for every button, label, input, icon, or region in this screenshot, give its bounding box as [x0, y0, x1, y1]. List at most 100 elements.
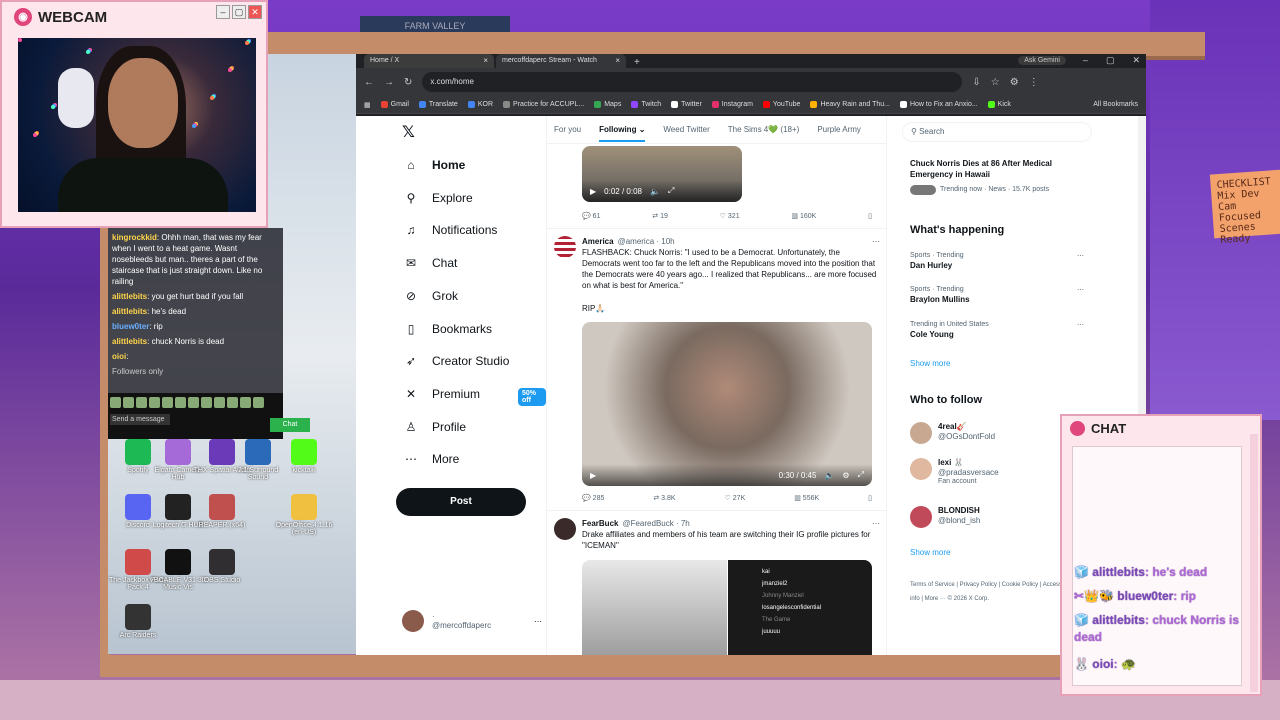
- trend-item[interactable]: Sports · Trending Dan Hurley ⋯: [910, 252, 1090, 270]
- tab-stream[interactable]: mercoffdaperc Stream - Watch ×: [496, 54, 626, 68]
- extensions-icon[interactable]: ⚙: [1010, 77, 1019, 88]
- chat-user[interactable]: alittlebits: [112, 337, 147, 346]
- bookmark-item[interactable]: How to Fix an Anxio...: [899, 101, 978, 108]
- follow-name[interactable]: 4real🎸: [938, 422, 967, 431]
- more-icon[interactable]: ⋯: [1077, 286, 1084, 294]
- reply-button[interactable]: 💬 61: [582, 212, 600, 220]
- bookmark-item[interactable]: KOR: [467, 101, 493, 108]
- avatar[interactable]: [910, 422, 932, 444]
- x-logo-icon[interactable]: 𝕏: [402, 122, 415, 141]
- nav-item-home[interactable]: ⌂ Home: [404, 158, 465, 172]
- nav-item-bookmarks[interactable]: ▯ Bookmarks: [404, 322, 492, 336]
- bookmark-item[interactable]: Instagram: [711, 101, 753, 108]
- show-more-link[interactable]: Show more: [910, 359, 950, 368]
- repost-button[interactable]: ⇄ 3.8K: [653, 494, 675, 502]
- chat-user[interactable]: alittlebits: [112, 307, 147, 316]
- install-icon[interactable]: ⇩: [972, 77, 980, 88]
- address-bar[interactable]: x.com/home: [422, 72, 963, 92]
- settings-icon[interactable]: ⚙: [842, 471, 849, 480]
- bookmark-item[interactable]: Twitter: [671, 101, 702, 108]
- trend-item[interactable]: Sports · Trending Braylon Mullins ⋯: [910, 286, 1090, 304]
- tweet[interactable]: America @america · 10h ⋯ FLASHBACK: Chuck …: [554, 236, 880, 314]
- chat-user[interactable]: kingrockkid: [112, 233, 157, 242]
- bookmark-icon[interactable]: ▯: [868, 494, 872, 502]
- play-icon[interactable]: ▶: [590, 471, 596, 480]
- news-headline[interactable]: Chuck Norris Dies at 86 After Medical Em…: [910, 158, 1080, 180]
- more-icon[interactable]: ⋯: [872, 518, 880, 529]
- maximize-icon[interactable]: ▢: [1106, 55, 1115, 66]
- more-icon[interactable]: ⋯: [872, 236, 880, 247]
- ask-gemini-button[interactable]: Ask Gemini: [1018, 56, 1066, 65]
- forward-icon[interactable]: →: [384, 77, 394, 88]
- avatar[interactable]: [910, 506, 932, 528]
- tweet-image[interactable]: [582, 560, 727, 656]
- tab-weed-twitter[interactable]: Weed Twitter: [663, 125, 709, 134]
- close-tab-icon[interactable]: ×: [615, 56, 620, 65]
- play-icon[interactable]: ▶: [590, 187, 596, 196]
- bookmark-item[interactable]: Heavy Rain and Thu...: [810, 101, 890, 108]
- bookmark-item[interactable]: YouTube: [762, 101, 800, 108]
- tab-purple-army[interactable]: Purple Army: [817, 125, 861, 134]
- close-icon[interactable]: ✕: [1132, 55, 1140, 66]
- desktop-icon[interactable]: kicktalk: [274, 439, 334, 474]
- repost-button[interactable]: ⇄ 19: [652, 212, 668, 220]
- fullscreen-icon[interactable]: ⤢: [668, 186, 674, 196]
- chat-user[interactable]: oioi: [112, 352, 126, 361]
- more-icon[interactable]: ⋯: [534, 617, 542, 626]
- bookmark-item[interactable]: Practice for ACCUPL...: [503, 101, 584, 108]
- apps-icon[interactable]: ▦: [364, 101, 371, 109]
- bookmark-item[interactable]: Gmail: [380, 101, 409, 108]
- views-button[interactable]: ▥ 160K: [791, 212, 816, 220]
- nav-item-notifications[interactable]: ♫ Notifications: [404, 223, 498, 237]
- like-button[interactable]: ♡ 321: [720, 212, 740, 220]
- bookmark-item[interactable]: Kick: [987, 101, 1011, 108]
- all-bookmarks[interactable]: All Bookmarks: [1093, 101, 1138, 108]
- avatar[interactable]: [910, 458, 932, 480]
- bookmark-icon[interactable]: ▯: [868, 212, 872, 220]
- post-button[interactable]: Post: [396, 488, 526, 516]
- close-tab-icon[interactable]: ×: [483, 56, 488, 65]
- new-tab-icon[interactable]: +: [628, 57, 646, 68]
- chat-user[interactable]: bluew0ter: [112, 322, 149, 331]
- chat-user[interactable]: alittlebits: [112, 292, 147, 301]
- scrollbar[interactable]: [1250, 434, 1258, 692]
- like-button[interactable]: ♡ 27K: [725, 494, 746, 502]
- chat-send-button[interactable]: Chat: [270, 418, 310, 432]
- star-icon[interactable]: ☆: [991, 77, 1000, 88]
- tab-home-x[interactable]: Home / X ×: [364, 54, 494, 68]
- account-switcher[interactable]: · @mercoffdaperc ⋯: [402, 610, 542, 632]
- tweet-author[interactable]: FearBuck: [582, 518, 618, 529]
- avatar[interactable]: [554, 518, 576, 540]
- reply-button[interactable]: 💬 285: [582, 494, 604, 502]
- tweet-author[interactable]: America: [582, 236, 614, 247]
- more-icon[interactable]: ⋯: [1077, 321, 1084, 329]
- search-input[interactable]: ⚲ Search: [902, 122, 1092, 142]
- close-icon[interactable]: ✕: [248, 5, 262, 19]
- bookmark-item[interactable]: Twitch: [631, 101, 661, 108]
- maximize-icon[interactable]: ▢: [232, 5, 246, 19]
- reload-icon[interactable]: ↻: [404, 77, 412, 88]
- desktop-icon[interactable]: REAPER (x64): [192, 494, 252, 529]
- chat-input[interactable]: Send a message: [110, 414, 170, 425]
- nav-item-explore[interactable]: ⚲ Explore: [404, 191, 473, 205]
- nav-item-grok[interactable]: ⊘ Grok: [404, 289, 458, 303]
- follow-name[interactable]: BLONDISH: [938, 506, 980, 515]
- back-icon[interactable]: ←: [364, 77, 374, 88]
- follow-name[interactable]: lexi 🐰: [938, 458, 964, 467]
- desktop-icon[interactable]: OpenOffice 4.1.16 (en-US): [274, 494, 334, 536]
- tweet-image[interactable]: kai jmanziel2 Johnny Manziel losangelesc…: [728, 560, 872, 656]
- nav-item-profile[interactable]: ♙ Profile: [404, 420, 466, 434]
- more-icon[interactable]: ⋯: [1077, 252, 1084, 260]
- tab-following[interactable]: Following ⌄: [599, 125, 646, 142]
- nav-item-chat[interactable]: ✉ Chat: [404, 256, 457, 270]
- video-player[interactable]: ▶ 0:30 / 0:45 🔈 ⚙ ⤢: [582, 322, 872, 486]
- show-more-link[interactable]: Show more: [910, 548, 950, 557]
- video-player[interactable]: ▶ 0:02 / 0:08 🔈 ⤢: [582, 146, 742, 202]
- desktop-icon[interactable]: OBS Studio: [192, 549, 252, 584]
- bookmark-item[interactable]: Maps: [594, 101, 621, 108]
- desktop-icon[interactable]: Arc Raiders: [108, 604, 168, 639]
- nav-item-creator-studio[interactable]: ➶ Creator Studio: [404, 354, 509, 368]
- bookmark-item[interactable]: Translate: [418, 101, 458, 108]
- minimize-icon[interactable]: –: [1083, 55, 1088, 66]
- trend-item[interactable]: Trending in United States Cole Young ⋯: [910, 321, 1090, 339]
